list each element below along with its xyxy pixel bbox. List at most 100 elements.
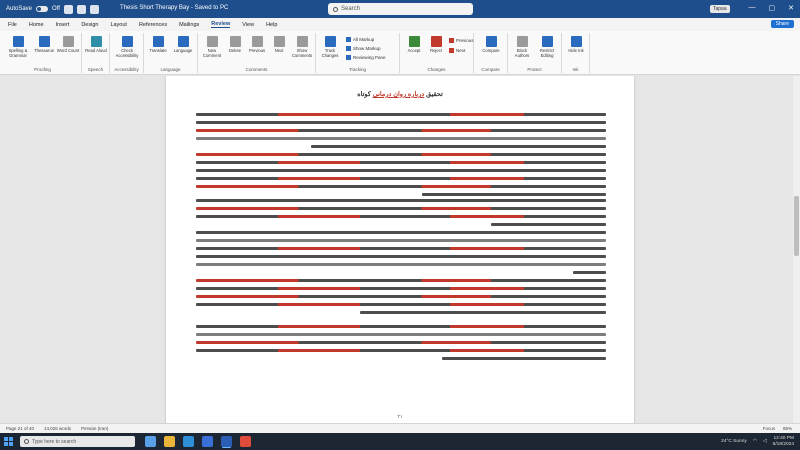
- system-tray: 24°C Sunny ◠ ◁ 12:40 PM 6/18/2024: [721, 436, 794, 447]
- file-explorer-icon[interactable]: [164, 436, 175, 447]
- translate-button[interactable]: Translate: [146, 36, 170, 54]
- edge-icon[interactable]: [183, 436, 194, 447]
- task-view-icon[interactable]: [145, 436, 156, 447]
- close-button[interactable]: ✕: [788, 4, 794, 12]
- tab-mailings[interactable]: Mailings: [179, 22, 199, 28]
- previous-change-button[interactable]: Previous: [449, 38, 474, 43]
- store-icon[interactable]: [202, 436, 213, 447]
- autosave-toggle[interactable]: [36, 6, 49, 12]
- paragraph-5: [196, 274, 606, 314]
- word-count[interactable]: 14,026 words: [44, 426, 71, 431]
- group-label: Speech: [87, 67, 104, 72]
- focus-button[interactable]: Focus: [763, 426, 775, 431]
- group-protect: Block Authors Restrict Editing Protect: [508, 33, 562, 73]
- reject-icon: [430, 36, 442, 47]
- language-button[interactable]: Language: [171, 36, 195, 54]
- scrollbar-thumb[interactable]: [794, 196, 799, 256]
- hide-ink-icon: [570, 36, 582, 47]
- group-proofing: Spelling & Grammar Thesaurus Word Count …: [4, 33, 82, 73]
- clock[interactable]: 12:40 PM 6/18/2024: [773, 436, 794, 447]
- search-icon: [24, 439, 29, 444]
- review-ribbon: Spelling & Grammar Thesaurus Word Count …: [0, 31, 800, 75]
- document-title: Thesis Short Therapy Bay - Saved to PC: [120, 5, 229, 11]
- track-changes-button[interactable]: Track Changes: [318, 36, 342, 58]
- show-comments-button[interactable]: Show Comments: [290, 36, 314, 58]
- undo-icon[interactable]: [76, 4, 86, 14]
- spelling-grammar-button[interactable]: Spelling & Grammar: [6, 36, 30, 58]
- tab-help[interactable]: Help: [266, 22, 277, 28]
- language-indicator[interactable]: Persian (Iran): [81, 426, 108, 431]
- windows-start-icon[interactable]: [4, 437, 13, 446]
- reviewing-pane-dropdown[interactable]: Reviewing Pane: [346, 55, 386, 60]
- check-accessibility-button[interactable]: Check Accessibility: [115, 36, 139, 58]
- autosave-label: AutoSave: [6, 6, 33, 12]
- new-comment-button[interactable]: New Comment: [200, 36, 224, 58]
- zoom-level[interactable]: 85%: [783, 426, 792, 431]
- read-aloud-button[interactable]: Read Aloud: [84, 36, 108, 54]
- group-comments: New Comment Delete Previous Next Show Co…: [198, 33, 316, 73]
- hide-ink-button[interactable]: Hide Ink: [564, 36, 588, 54]
- show-markup-dropdown[interactable]: Show Markup: [346, 46, 381, 51]
- delete-comment-button[interactable]: Delete: [223, 36, 247, 54]
- tab-home[interactable]: Home: [29, 22, 44, 28]
- accept-button[interactable]: Accept: [402, 36, 426, 54]
- previous-change-icon: [449, 38, 454, 43]
- group-language: Translate Language Language: [144, 33, 198, 73]
- group-label: Accessibility: [114, 67, 139, 72]
- weather-widget[interactable]: 24°C Sunny: [721, 439, 747, 444]
- tab-design[interactable]: Design: [81, 22, 98, 28]
- paragraph-2: [196, 148, 606, 196]
- tracked-change-heading: درباره روان درمانی: [372, 91, 425, 98]
- group-label: Protect: [527, 67, 542, 72]
- user-account[interactable]: Tapaa: [710, 5, 730, 13]
- next-comment-button[interactable]: Next: [267, 36, 291, 54]
- delete-comment-icon: [229, 36, 241, 47]
- taskbar-search-input[interactable]: Type here to search: [20, 436, 135, 447]
- group-tracking: Track Changes All Markup Show Markup Rev…: [316, 33, 400, 73]
- minimize-button[interactable]: —: [749, 4, 756, 12]
- tab-references[interactable]: References: [139, 22, 167, 28]
- chrome-icon[interactable]: [240, 436, 251, 447]
- windows-taskbar: Type here to search 24°C Sunny ◠ ◁ 12:40…: [0, 433, 800, 450]
- tab-view[interactable]: View: [242, 22, 254, 28]
- language-icon: [177, 36, 189, 47]
- tab-review[interactable]: Review: [211, 21, 231, 28]
- tab-layout[interactable]: Layout: [110, 22, 127, 28]
- word-count-button[interactable]: Word Count: [56, 36, 80, 54]
- window-controls: — ▢ ✕: [749, 4, 795, 12]
- group-label: Ink: [572, 67, 579, 72]
- redo-icon[interactable]: [89, 4, 99, 14]
- network-icon[interactable]: ◠: [753, 439, 757, 444]
- document-canvas[interactable]: تحقیق درباره روان درمانی کوتاه ۲۱: [0, 76, 800, 423]
- thesaurus-button[interactable]: Thesaurus: [32, 36, 56, 54]
- maximize-button[interactable]: ▢: [769, 4, 776, 12]
- group-accessibility: Check Accessibility Accessibility: [110, 33, 144, 73]
- group-label: Language: [160, 67, 181, 72]
- group-ink: Hide Ink Ink: [562, 33, 590, 73]
- save-icon[interactable]: [63, 4, 73, 14]
- title-search-input[interactable]: Search: [328, 3, 473, 15]
- taskbar-search-placeholder: Type here to search: [32, 438, 77, 445]
- clock-date: 6/18/2024: [772, 441, 794, 447]
- group-label: Proofing: [34, 67, 51, 72]
- markup-dropdown[interactable]: All Markup: [346, 37, 374, 42]
- compare-button[interactable]: Compare: [479, 36, 503, 54]
- vertical-scrollbar[interactable]: [793, 76, 800, 423]
- volume-icon[interactable]: ◁: [763, 439, 767, 444]
- next-change-button[interactable]: Next: [449, 48, 465, 53]
- page-indicator[interactable]: Page 21 of 40: [6, 426, 34, 431]
- restrict-editing-button[interactable]: Restrict Editing: [535, 36, 559, 58]
- show-comments-icon: [296, 36, 308, 47]
- word-app-icon[interactable]: [221, 436, 232, 447]
- previous-comment-button[interactable]: Previous: [245, 36, 269, 54]
- paragraph-3: [196, 194, 606, 226]
- block-authors-button[interactable]: Block Authors: [510, 36, 534, 58]
- share-button[interactable]: Share: [770, 20, 794, 28]
- word-count-icon: [62, 36, 74, 47]
- restrict-editing-icon: [541, 36, 553, 47]
- reviewing-pane-icon: [346, 55, 351, 60]
- tab-insert[interactable]: Insert: [56, 22, 70, 28]
- reject-button[interactable]: Reject: [424, 36, 448, 54]
- document-page[interactable]: تحقیق درباره روان درمانی کوتاه ۲۱: [166, 76, 634, 423]
- tab-file[interactable]: File: [8, 22, 17, 28]
